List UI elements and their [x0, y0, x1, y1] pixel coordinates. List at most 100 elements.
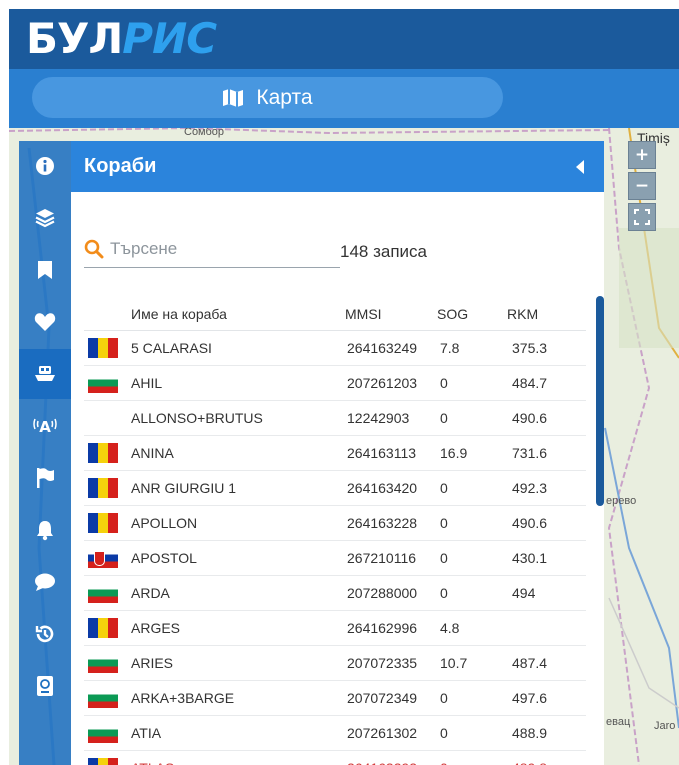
fullscreen-icon [634, 209, 650, 225]
sidebar-item-history[interactable] [19, 609, 71, 659]
scrollbar-thumb[interactable] [596, 296, 604, 506]
ships-panel: Кораби 148 записа Име на кораба MMSI SOG… [71, 141, 604, 765]
table-row[interactable]: ARIES 207072335 10.7 487.4 [84, 645, 586, 681]
column-rkm[interactable]: RKM [507, 298, 586, 331]
history-icon [35, 625, 54, 643]
table-row[interactable]: ATLAS2641632920489.8 [84, 750, 586, 765]
flag-cell [84, 715, 131, 751]
flag-ro-icon [88, 757, 118, 765]
rkm-cell: 489.8 [507, 750, 586, 765]
table-row[interactable]: ALLONSO+BRUTUS 12242903 0 490.6 [84, 400, 586, 436]
table-row[interactable]: APOLLON 264163228 0 490.6 [84, 505, 586, 541]
logo[interactable]: БУЛРИС [26, 12, 217, 66]
table-row[interactable]: AHIL 207261203 0 484.7 [84, 365, 586, 401]
sog-cell: 4.8 [437, 610, 507, 646]
flag-bg-icon [88, 372, 118, 393]
table-row[interactable]: APOSTOL 267210116 0 430.1 [84, 540, 586, 576]
search-box [84, 231, 340, 268]
sidebar-item-messages[interactable] [19, 557, 71, 607]
flag-bg-icon [88, 652, 118, 673]
column-flag [84, 298, 131, 331]
flag-cell [84, 575, 131, 611]
record-count: 148 записа [340, 242, 427, 261]
ship-name-cell: ANINA [131, 435, 345, 471]
map-label-evac: евац [606, 716, 631, 728]
flag-cell [84, 540, 131, 576]
flag-bg-icon [88, 722, 118, 743]
rkm-cell: 375.3 [507, 330, 586, 366]
flag-bg-icon [88, 582, 118, 603]
ais-antenna-icon: A [33, 418, 57, 436]
mmsi-cell: 264163249 [345, 330, 437, 366]
column-name[interactable]: Име на кораба [131, 298, 345, 331]
chat-icon [35, 573, 55, 591]
rkm-cell: 490.6 [507, 400, 586, 436]
sidebar-item-ais[interactable]: A [19, 401, 71, 451]
mmsi-cell: 264163292 [345, 750, 437, 765]
map-label-jaro: Jaro [654, 720, 676, 732]
sog-cell: 7.8 [437, 330, 507, 366]
sidebar-item-favorites[interactable] [19, 297, 71, 347]
app-window: БУЛРИС Карта Сомбор Timiș ерево евац Jar… [9, 9, 679, 765]
passport-icon [37, 676, 53, 696]
map-icon [223, 88, 244, 107]
search-input[interactable] [110, 239, 330, 259]
sog-cell: 0 [437, 540, 507, 576]
sidebar-item-info[interactable] [19, 141, 71, 191]
panel-title: Кораби [71, 141, 604, 192]
ship-name-cell: APOLLON [131, 505, 345, 541]
table-row[interactable]: ARGES 264162996 4.8 [84, 610, 586, 646]
sog-cell: 10.7 [437, 645, 507, 681]
table-row[interactable]: 5 CALARASI 264163249 7.8 375.3 [84, 330, 586, 366]
rkm-cell: 430.1 [507, 540, 586, 576]
table-row[interactable]: ANR GIURGIU 1 264163420 0 492.3 [84, 470, 586, 506]
flag-icon [37, 468, 54, 488]
collapse-panel-icon[interactable] [576, 160, 584, 174]
ship-name-cell: ANR GIURGIU 1 [131, 470, 345, 506]
rkm-cell: 490.6 [507, 505, 586, 541]
ship-name-cell: 5 CALARASI [131, 330, 345, 366]
table-row[interactable]: ATIA 207261302 0 488.9 [84, 715, 586, 751]
flag-ro-icon [88, 512, 118, 533]
table-row[interactable]: ARKA+3BARGE 207072349 0 497.6 [84, 680, 586, 716]
zoom-in-button[interactable]: + [628, 141, 656, 169]
app-header: БУЛРИС [9, 9, 679, 69]
fullscreen-button[interactable] [628, 203, 656, 231]
table-row[interactable]: ARDA 207288000 0 494 [84, 575, 586, 611]
sog-cell: 0 [437, 505, 507, 541]
sog-cell: 0 [437, 400, 507, 436]
flag-cell [84, 505, 131, 541]
rkm-cell: 497.6 [507, 680, 586, 716]
mmsi-cell: 264163228 [345, 505, 437, 541]
ship-name-cell: ARKA+3BARGE [131, 680, 345, 716]
mmsi-cell: 267210116 [345, 540, 437, 576]
sog-cell: 0 [437, 575, 507, 611]
sidebar-item-layers[interactable] [19, 193, 71, 243]
sidebar-item-notifications[interactable] [19, 505, 71, 555]
flag-cell [84, 330, 131, 366]
sog-cell: 0 [437, 750, 507, 765]
mmsi-cell: 207261302 [345, 715, 437, 751]
info-icon [36, 157, 54, 175]
ships-table: Име на кораба MMSI SOG RKM 5 CALARASI 264… [84, 298, 586, 765]
flag-cell [84, 645, 131, 681]
flag-cell [84, 750, 131, 765]
column-mmsi[interactable]: MMSI [345, 298, 437, 331]
zoom-out-button[interactable]: − [628, 172, 656, 200]
column-sog[interactable]: SOG [437, 298, 507, 331]
sidebar-item-ships[interactable] [19, 349, 71, 399]
nav-bar: Карта [9, 69, 679, 128]
sidebar-item-documents[interactable] [19, 661, 71, 711]
map-tab-button[interactable]: Карта [32, 77, 503, 118]
flag-ro-icon [88, 477, 118, 498]
map-label-sombor: Сомбор [184, 128, 225, 138]
sidebar-item-bookmarks[interactable] [19, 245, 71, 295]
sog-cell: 16.9 [437, 435, 507, 471]
sidebar-item-flags[interactable] [19, 453, 71, 503]
ship-name-cell: ALLONSO+BRUTUS [131, 400, 345, 436]
table-header-row: Име на кораба MMSI SOG RKM [84, 298, 586, 331]
rkm-cell: 731.6 [507, 435, 586, 471]
table-row[interactable]: ANINA 264163113 16.9 731.6 [84, 435, 586, 471]
sog-cell: 0 [437, 470, 507, 506]
logo-part-1: БУЛ [26, 14, 123, 63]
